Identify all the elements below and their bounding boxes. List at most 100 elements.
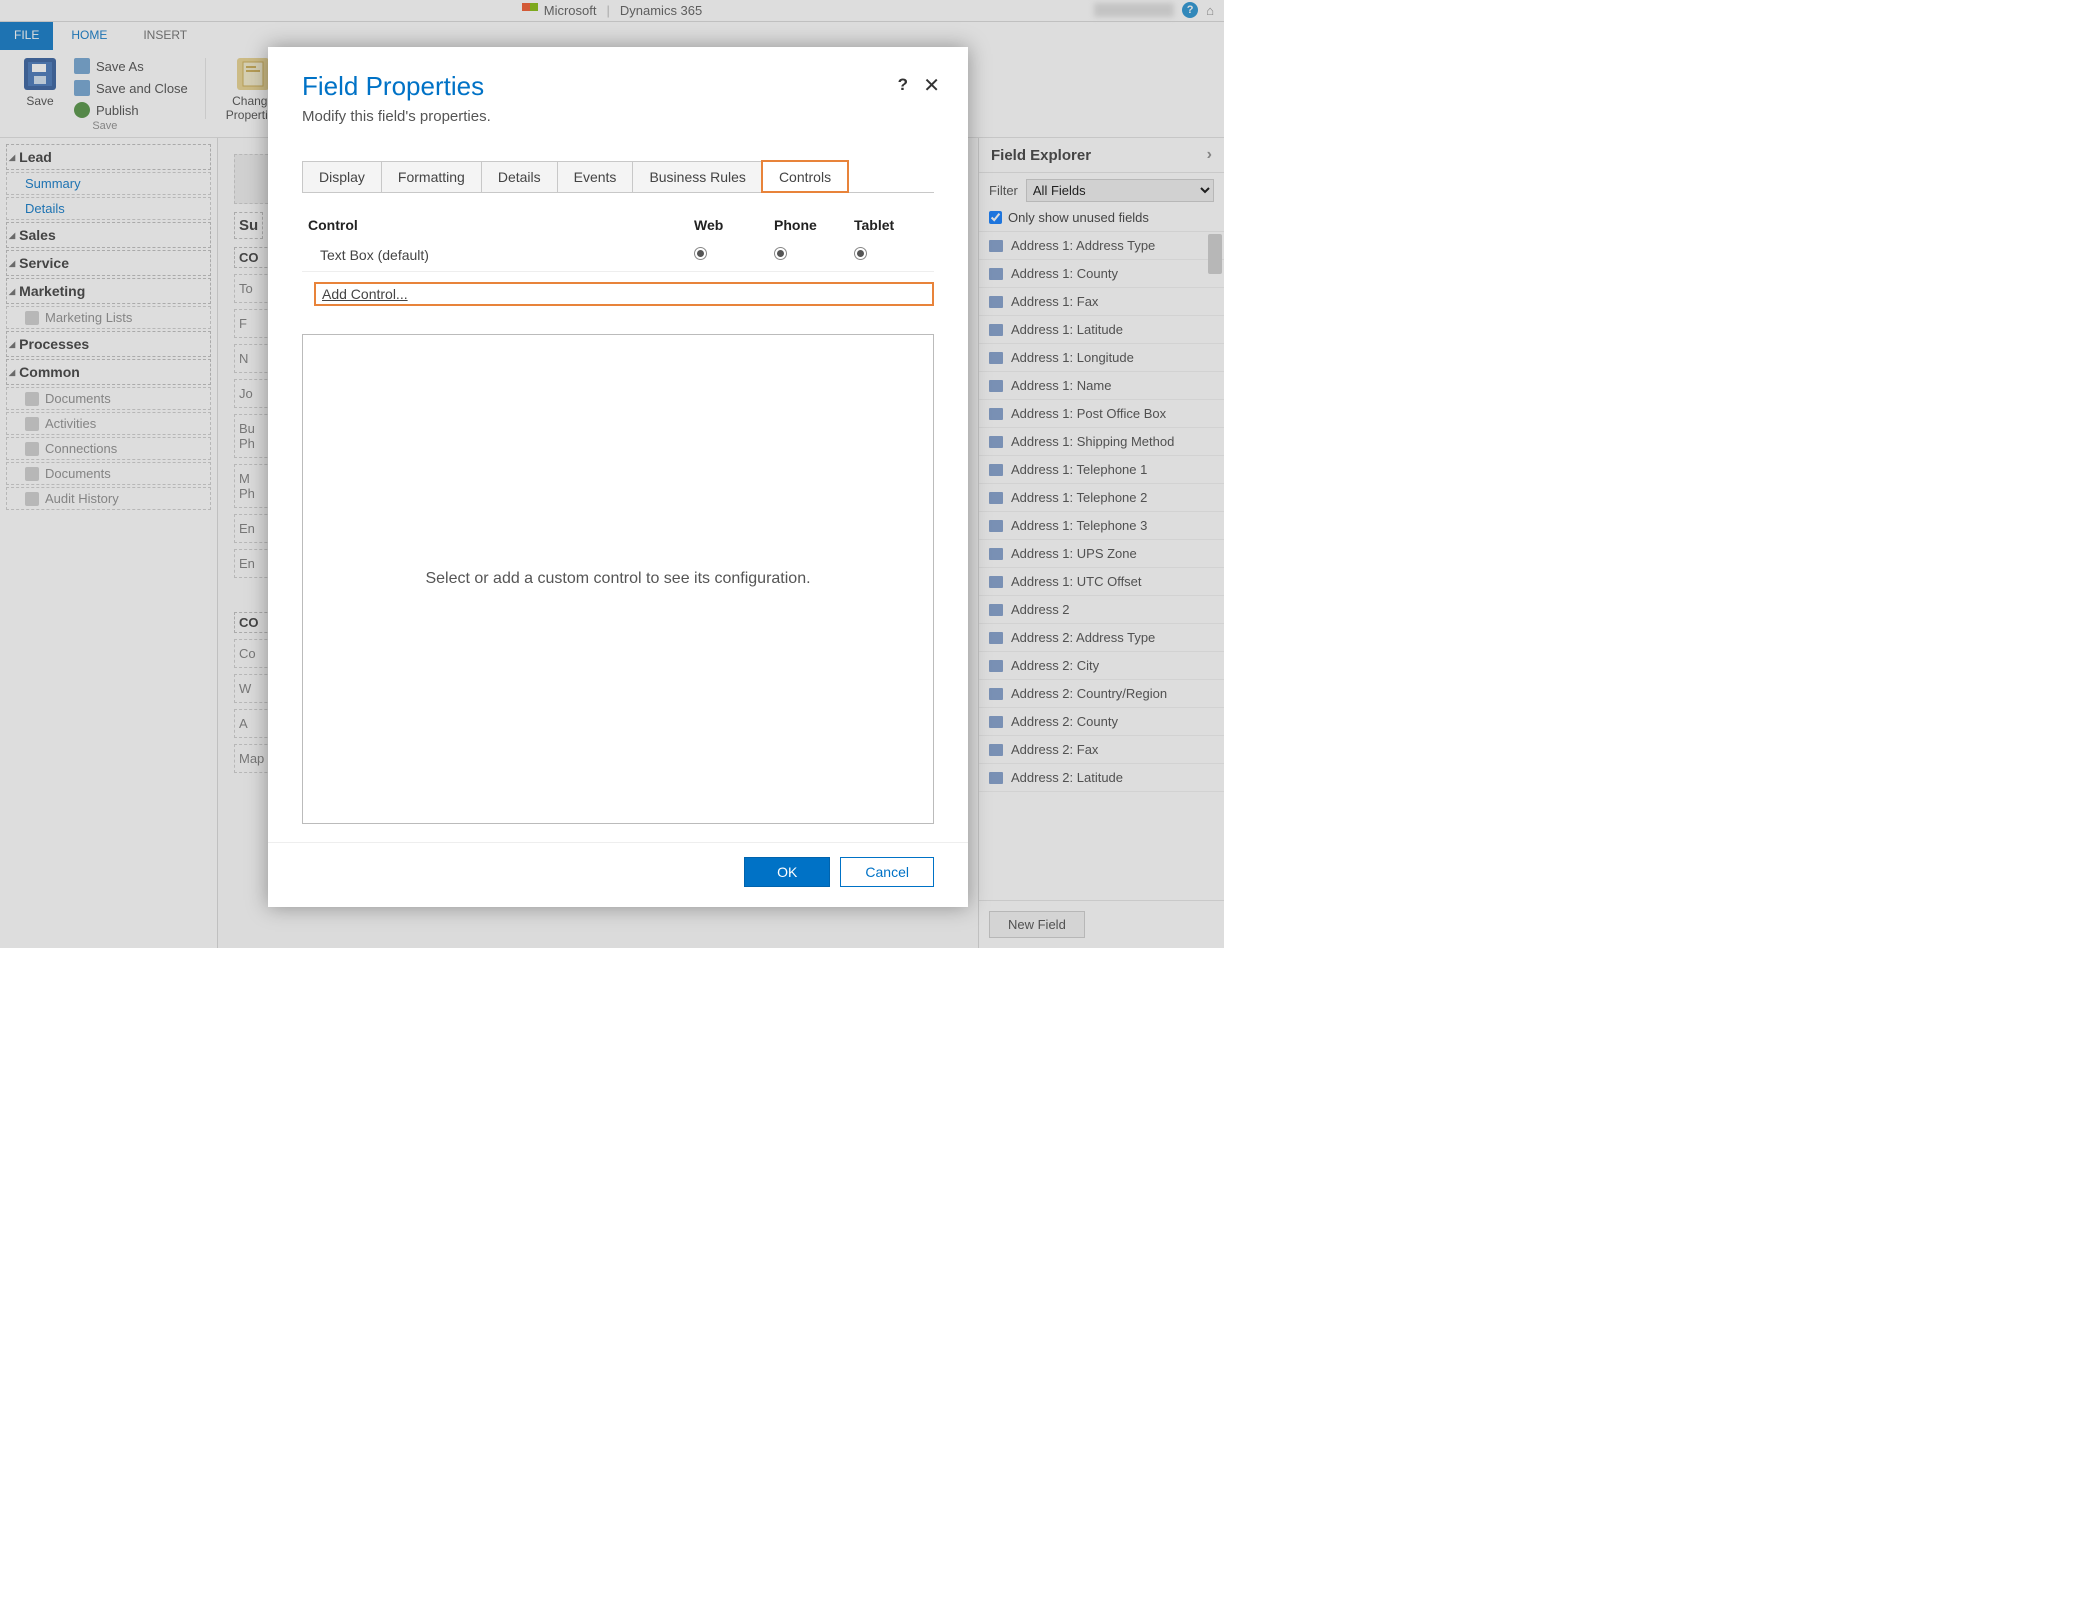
field-icon xyxy=(989,744,1003,756)
save-as-icon xyxy=(74,58,90,74)
filter-select[interactable]: All Fields xyxy=(1026,179,1214,202)
save-button[interactable]: Save xyxy=(18,56,62,110)
main-tabs: FILE HOME INSERT xyxy=(0,22,1224,50)
nav-item[interactable]: Details xyxy=(6,197,211,220)
field-list-item[interactable]: Address 1: Post Office Box xyxy=(979,400,1224,428)
nav-item[interactable]: Documents xyxy=(6,462,211,485)
field-list-item[interactable]: Address 1: Fax xyxy=(979,288,1224,316)
dialog-title: Field Properties xyxy=(302,71,934,102)
save-label: Save xyxy=(26,94,53,108)
field-list-item[interactable]: Address 1: Telephone 3 xyxy=(979,512,1224,540)
field-properties-dialog: ? ✕ Field Properties Modify this field's… xyxy=(268,47,968,907)
field-list-item[interactable]: Address 1: Latitude xyxy=(979,316,1224,344)
dialog-tab-controls[interactable]: Controls xyxy=(762,161,848,192)
dialog-tab-display[interactable]: Display xyxy=(302,161,382,192)
nav-item[interactable]: Audit History xyxy=(6,487,211,510)
nav-section-sales[interactable]: Sales xyxy=(6,222,211,248)
field-list-item[interactable]: Address 2: Address Type xyxy=(979,624,1224,652)
tab-file[interactable]: FILE xyxy=(0,22,53,50)
field-icon xyxy=(989,352,1003,364)
field-list-item[interactable]: Address 2: County xyxy=(979,708,1224,736)
tab-insert[interactable]: INSERT xyxy=(125,22,205,50)
radio-phone[interactable] xyxy=(774,247,787,260)
col-web: Web xyxy=(694,217,774,233)
add-control-link[interactable]: Add Control... xyxy=(314,282,934,306)
dialog-close-icon[interactable]: ✕ xyxy=(923,73,940,98)
field-list-item[interactable]: Address 1: Name xyxy=(979,372,1224,400)
field-list-item[interactable]: Address 2 xyxy=(979,596,1224,624)
field-list-item[interactable]: Address 2: City xyxy=(979,652,1224,680)
field-icon xyxy=(989,240,1003,252)
field-icon xyxy=(989,604,1003,616)
tab-home[interactable]: HOME xyxy=(53,22,125,50)
dialog-help-icon[interactable]: ? xyxy=(898,75,908,95)
new-field-button[interactable]: New Field xyxy=(989,911,1085,938)
col-control: Control xyxy=(302,217,694,233)
field-list-item[interactable]: Address 1: Shipping Method xyxy=(979,428,1224,456)
field-list-item[interactable]: Address 2: Latitude xyxy=(979,764,1224,792)
save-as-button[interactable]: Save As xyxy=(70,56,192,76)
nav-section-service[interactable]: Service xyxy=(6,250,211,276)
brand-divider: | xyxy=(606,3,609,18)
expand-icon[interactable]: › xyxy=(1207,146,1212,164)
publish-icon xyxy=(74,102,90,118)
brand-ms: Microsoft xyxy=(544,3,597,18)
nav-item-icon xyxy=(25,311,39,325)
nav-section-marketing[interactable]: Marketing xyxy=(6,278,211,304)
microsoft-logo-icon xyxy=(522,3,538,18)
field-list-item[interactable]: Address 2: Country/Region xyxy=(979,680,1224,708)
help-icon[interactable]: ? xyxy=(1182,2,1198,18)
field-icon xyxy=(989,716,1003,728)
nav-section-processes[interactable]: Processes xyxy=(6,331,211,357)
field-list-item[interactable]: Address 1: Longitude xyxy=(979,344,1224,372)
cancel-button[interactable]: Cancel xyxy=(840,857,934,887)
nav-item[interactable]: Connections xyxy=(6,437,211,460)
dialog-tab-formatting[interactable]: Formatting xyxy=(381,161,482,192)
nav-section-lead[interactable]: Lead xyxy=(6,144,211,170)
section-summary-title[interactable]: Su xyxy=(234,212,263,239)
controls-table-header: Control Web Phone Tablet xyxy=(302,211,934,239)
radio-web[interactable] xyxy=(694,247,707,260)
field-list-item[interactable]: Address 1: UTC Offset xyxy=(979,568,1224,596)
control-config-placeholder: Select or add a custom control to see it… xyxy=(302,334,934,824)
field-icon xyxy=(989,576,1003,588)
left-nav: LeadSummaryDetailsSalesServiceMarketingM… xyxy=(0,138,218,948)
change-properties-icon xyxy=(237,58,269,90)
field-list-item[interactable]: Address 1: Telephone 2 xyxy=(979,484,1224,512)
nav-section-common[interactable]: Common xyxy=(6,359,211,385)
only-unused-checkbox[interactable] xyxy=(989,211,1002,224)
field-icon xyxy=(989,492,1003,504)
field-icon xyxy=(989,520,1003,532)
nav-item[interactable]: Documents xyxy=(6,387,211,410)
field-icon xyxy=(989,548,1003,560)
field-list-item[interactable]: Address 1: Telephone 1 xyxy=(979,456,1224,484)
save-close-button[interactable]: Save and Close xyxy=(70,78,192,98)
brand-bar: Microsoft | Dynamics 365 ? ⌂ xyxy=(0,0,1224,22)
control-row[interactable]: Text Box (default) xyxy=(302,239,934,272)
save-group-label: Save xyxy=(92,120,117,132)
field-icon xyxy=(989,772,1003,784)
field-list[interactable]: Address 1: Address TypeAddress 1: County… xyxy=(979,231,1224,900)
home-icon[interactable]: ⌂ xyxy=(1206,3,1214,18)
nav-item-icon xyxy=(25,392,39,406)
publish-button[interactable]: Publish xyxy=(70,100,192,120)
field-icon xyxy=(989,324,1003,336)
field-list-item[interactable]: Address 2: Fax xyxy=(979,736,1224,764)
nav-item[interactable]: Marketing Lists xyxy=(6,306,211,329)
field-list-item[interactable]: Address 1: County xyxy=(979,260,1224,288)
dialog-tab-business-rules[interactable]: Business Rules xyxy=(632,161,763,192)
field-list-item[interactable]: Address 1: UPS Zone xyxy=(979,540,1224,568)
ok-button[interactable]: OK xyxy=(744,857,830,887)
field-icon xyxy=(989,688,1003,700)
dialog-tab-details[interactable]: Details xyxy=(481,161,558,192)
dialog-tab-events[interactable]: Events xyxy=(557,161,634,192)
col-tablet: Tablet xyxy=(854,217,934,233)
nav-item-icon xyxy=(25,467,39,481)
field-list-item[interactable]: Address 1: Address Type xyxy=(979,232,1224,260)
radio-tablet[interactable] xyxy=(854,247,867,260)
nav-item[interactable]: Summary xyxy=(6,172,211,195)
field-icon xyxy=(989,296,1003,308)
nav-item[interactable]: Activities xyxy=(6,412,211,435)
scrollbar-thumb[interactable] xyxy=(1208,234,1222,274)
user-name-blurred xyxy=(1094,3,1174,17)
